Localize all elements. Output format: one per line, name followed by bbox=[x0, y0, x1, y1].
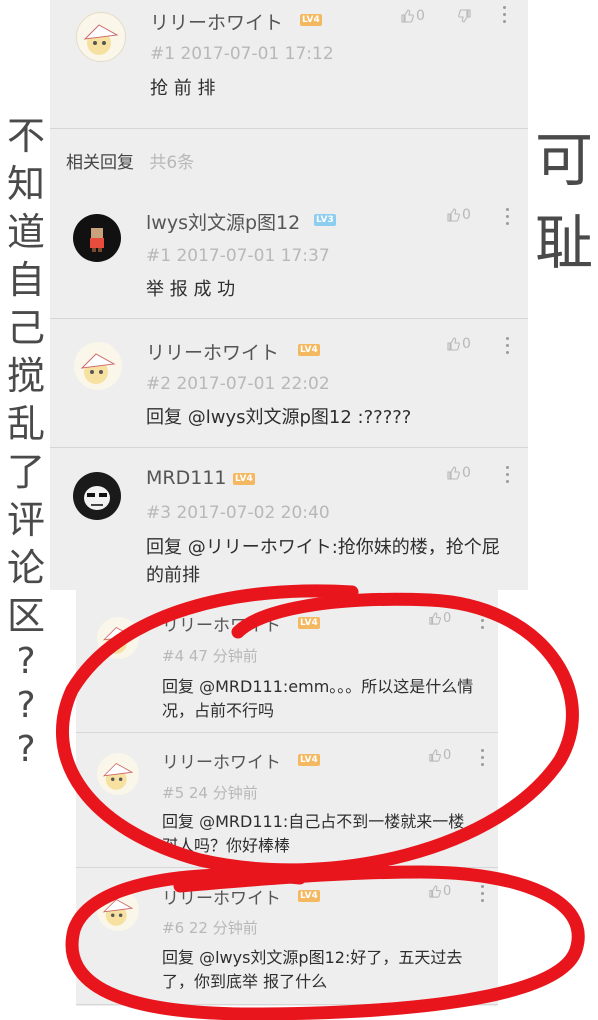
avatar[interactable] bbox=[74, 342, 122, 390]
handwritten-char: 耻 bbox=[534, 209, 593, 277]
username[interactable]: リリーホワイト bbox=[162, 748, 281, 773]
level-badge: LV3 bbox=[314, 214, 336, 226]
thumb-up-icon bbox=[429, 612, 441, 625]
divider bbox=[50, 447, 528, 448]
avatar[interactable] bbox=[97, 753, 139, 795]
comment-text: 回复 @MRD111:自己占不到一楼就来一楼怼人吗？你好棒棒 bbox=[162, 812, 465, 855]
like-count: 0 bbox=[443, 611, 452, 626]
floor-and-time: #3 2017-07-02 20:40 bbox=[146, 503, 330, 523]
username[interactable]: リリーホワイト bbox=[162, 611, 281, 636]
like-count: 0 bbox=[462, 465, 471, 481]
thumb-up-icon bbox=[429, 749, 441, 762]
related-replies-header: 相关回复 共6条 bbox=[66, 148, 194, 173]
level-badge: LV4 bbox=[298, 617, 320, 629]
handwritten-char: 可 bbox=[534, 126, 593, 194]
floor-and-time: #1 2017-07-01 17:12 bbox=[150, 44, 334, 64]
level-badge: LV4 bbox=[233, 473, 255, 485]
handwritten-char: 知 bbox=[6, 162, 45, 206]
username[interactable]: リリーホワイト bbox=[146, 338, 279, 365]
comment-text: 回复 @lwys刘文源p图12:好了，五天过去了，你到底举 报了什么 bbox=[162, 948, 463, 991]
username[interactable]: lwys刘文源p图12 bbox=[146, 208, 300, 235]
more-menu-icon[interactable] bbox=[505, 337, 511, 358]
comment-text: 举 报 成 功 bbox=[146, 279, 236, 300]
floor-and-time: #4 47 分钟前 bbox=[162, 647, 258, 665]
handwritten-char: 了 bbox=[6, 450, 45, 494]
handwritten-char: 己 bbox=[6, 306, 45, 350]
more-menu-icon[interactable] bbox=[505, 208, 511, 229]
avatar[interactable] bbox=[97, 889, 139, 931]
comment-panel-lower bbox=[76, 590, 498, 1006]
like-count: 0 bbox=[462, 336, 471, 352]
more-menu-icon[interactable] bbox=[480, 612, 486, 633]
username[interactable]: リリーホワイト bbox=[150, 8, 283, 35]
like-count: 0 bbox=[443, 748, 452, 763]
thumb-up-icon bbox=[401, 9, 414, 23]
handwritten-char: 自 bbox=[6, 258, 45, 302]
dislike-button[interactable] bbox=[458, 8, 474, 24]
like-count: 0 bbox=[443, 884, 452, 899]
divider bbox=[76, 1004, 498, 1005]
handwritten-right-annotation: 可 耻 bbox=[530, 112, 598, 278]
level-badge: LV4 bbox=[300, 14, 322, 26]
thumb-up-icon bbox=[447, 466, 460, 480]
avatar[interactable] bbox=[97, 617, 139, 659]
divider bbox=[76, 732, 498, 733]
floor-and-time: #2 2017-07-01 22:02 bbox=[146, 374, 330, 394]
like-button[interactable]: 0 bbox=[446, 336, 471, 352]
comment-text: 回复 @MRD111:emm。。。所以这是什么情况，占前不行吗 bbox=[162, 677, 474, 720]
more-menu-icon[interactable] bbox=[480, 749, 486, 770]
like-count: 0 bbox=[462, 207, 471, 223]
like-button[interactable]: 0 bbox=[428, 611, 451, 626]
comment-text: 回复 @リリーホワイト:抢你妹的楼，抢个屁的前排 bbox=[146, 537, 500, 586]
comment-text: 回复 @lwys刘文源p图12 :????? bbox=[146, 407, 412, 428]
more-menu-icon[interactable] bbox=[480, 885, 486, 906]
thumb-up-icon bbox=[447, 208, 460, 222]
level-badge: LV4 bbox=[298, 890, 320, 902]
like-button[interactable]: 0 bbox=[428, 884, 451, 899]
handwritten-char: 区 bbox=[6, 594, 45, 638]
divider bbox=[50, 128, 528, 129]
handwritten-left-annotation: 不 知 道 自 己 搅 乱 了 评 论 区 ? ? ? bbox=[4, 112, 48, 772]
handwritten-char: ? bbox=[16, 641, 36, 682]
thumb-up-icon bbox=[447, 337, 460, 351]
thumb-down-icon bbox=[458, 9, 471, 23]
thumb-up-icon bbox=[429, 885, 441, 898]
handwritten-char: 道 bbox=[6, 210, 45, 254]
handwritten-char: 搅 bbox=[6, 354, 45, 398]
level-badge: LV4 bbox=[298, 344, 320, 356]
level-badge: LV4 bbox=[298, 754, 320, 766]
avatar[interactable] bbox=[73, 214, 121, 262]
divider bbox=[76, 867, 498, 868]
handwritten-char: 评 bbox=[6, 498, 45, 542]
like-button[interactable]: 0 bbox=[446, 207, 471, 223]
floor-and-time: #5 24 分钟前 bbox=[162, 784, 258, 802]
handwritten-char: ? bbox=[16, 685, 36, 726]
related-count: 共6条 bbox=[149, 153, 195, 173]
username[interactable]: リリーホワイト bbox=[162, 884, 281, 909]
floor-and-time: #6 22 分钟前 bbox=[162, 919, 258, 937]
comment-text: 抢 前 排 bbox=[150, 78, 216, 99]
floor-and-time: #1 2017-07-01 17:37 bbox=[146, 246, 330, 266]
divider bbox=[50, 318, 528, 319]
avatar[interactable] bbox=[76, 12, 126, 62]
avatar[interactable] bbox=[73, 472, 121, 520]
handwritten-char: 乱 bbox=[6, 402, 45, 446]
like-button[interactable]: 0 bbox=[428, 748, 451, 763]
handwritten-char: 论 bbox=[6, 546, 45, 590]
comment-panel bbox=[50, 0, 528, 590]
like-button[interactable]: 0 bbox=[400, 8, 425, 24]
more-menu-icon[interactable] bbox=[505, 466, 511, 487]
like-button[interactable]: 0 bbox=[446, 465, 471, 481]
handwritten-char: ? bbox=[16, 729, 36, 770]
related-title: 相关回复 bbox=[66, 153, 134, 173]
handwritten-char: 不 bbox=[6, 114, 45, 158]
username[interactable]: MRD111 bbox=[146, 467, 227, 489]
like-count: 0 bbox=[416, 8, 425, 24]
more-menu-icon[interactable] bbox=[502, 6, 508, 27]
